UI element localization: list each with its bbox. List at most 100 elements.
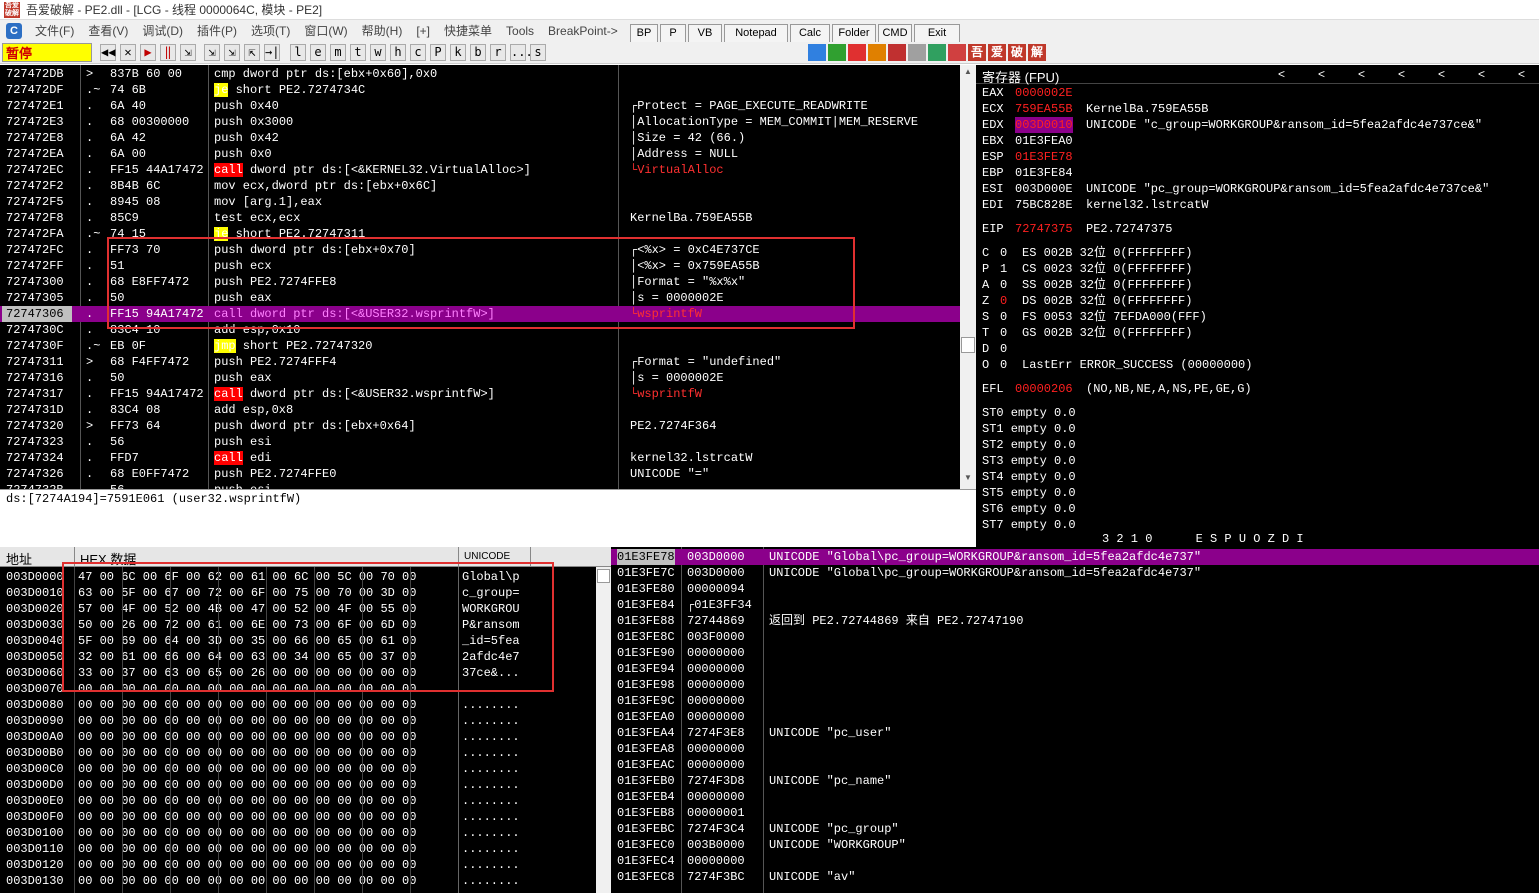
dump-row[interactable]: 003D00D0 00 00 00 00 00 00 00 00 00 00 00… [0,777,596,793]
toolbar-icon-0[interactable] [808,44,826,61]
fpu-register[interactable]: ST2 empty 0.0 [982,437,1076,453]
stack-row[interactable]: 01E3FEA8 00000000 [611,741,1539,757]
stack-row[interactable]: 01E3FEB4 00000000 [611,789,1539,805]
disasm-row[interactable]: 72747316. 50 push eax │s = 0000002E [0,370,960,386]
plugin-button-4[interactable]: Calc [790,24,830,43]
disasm-row[interactable]: 72747320 > FF73 64 push dword ptr ds:[ebx+0… [0,418,960,434]
dump-scrollbar[interactable] [596,567,611,893]
stack-row[interactable]: 01E3FEA4 7274F3E8 UNICODE "pc_user" [611,725,1539,741]
fpu-register[interactable]: ST0 empty 0.0 [982,405,1076,421]
fpu-register[interactable]: ST7 empty 0.0 [982,517,1076,533]
toolbar-button-1[interactable]: ✕ [120,44,136,61]
disasm-row[interactable]: 727472FF. 51 push ecx │<%x> = 0x759EA55B [0,258,960,274]
toolbar-icon-7[interactable] [948,44,966,61]
stack-row[interactable]: 01E3FE9C 00000000 [611,693,1539,709]
fpu-register[interactable]: ST6 empty 0.0 [982,501,1076,517]
plugin-button-7[interactable]: Exit [914,24,960,43]
toolbar-button-13[interactable]: w [370,44,386,61]
menu-item-5[interactable]: 窗口(W) [297,20,354,42]
toolbar-icon-2[interactable] [848,44,866,61]
dump-row[interactable]: 003D0050 32 00 61 00 66 00 64 00 63 00 34… [0,649,596,665]
disasm-row[interactable]: 72747324. FFD7 call edi kernel32.lstrcatW [0,450,960,466]
toolbar-button-19[interactable]: r [490,44,506,61]
disasm-row[interactable]: 72747311 >68 F4FF7472 push PE2.7274FFF4 ┌Fo… [0,354,960,370]
dump-row[interactable]: 003D0060 33 00 37 00 63 00 65 00 26 00 00… [0,665,596,681]
dump-row[interactable]: 003D00E0 00 00 00 00 00 00 00 00 00 00 00… [0,793,596,809]
toolbar-button-0[interactable]: ◀◀ [100,44,116,61]
disasm-row[interactable]: 727472FC. FF73 70 push dword ptr ds:[ebx+0… [0,242,960,258]
flag-value[interactable]: 0 [1000,357,1007,373]
toolbar-button-7[interactable]: ⇱ [244,44,260,61]
toolbar-button-3[interactable]: ‖ [160,44,176,61]
toolbar-icon-1[interactable] [828,44,846,61]
register-nav-arrow[interactable]: < [1358,67,1365,81]
toolbar-button-10[interactable]: e [310,44,326,61]
flag-value[interactable]: 0 [1000,293,1007,309]
menu-item-0[interactable]: 文件(F) [28,20,81,42]
stack-row[interactable]: 01E3FEC8 7274F3BC UNICODE "av" [611,869,1539,885]
disassembly-scrollbar[interactable]: ▲ ▼ [960,65,976,489]
flag-value[interactable]: 0 [1000,325,1007,341]
disasm-row[interactable]: 72747305. 50 push eax │s = 0000002E [0,290,960,306]
cpu-window-icon[interactable]: C [6,23,22,39]
fpu-register[interactable]: ST5 empty 0.0 [982,485,1076,501]
menu-item-2[interactable]: 调试(D) [135,20,190,42]
toolbar-button-6[interactable]: ⇲ [224,44,240,61]
register-nav-arrow[interactable]: < [1478,67,1485,81]
dump-row[interactable]: 003D0100 00 00 00 00 00 00 00 00 00 00 00… [0,825,596,841]
stack-row[interactable]: 01E3FEC4 00000000 [611,853,1539,869]
disasm-row[interactable]: 7274730F .~ EB 0F jmp short PE2.72747320 [0,338,960,354]
register-nav-arrow[interactable]: < [1318,67,1325,81]
flag-value[interactable]: 0 [1000,277,1007,293]
toolbar-button-8[interactable]: →| [264,44,280,61]
toolbar-button-2[interactable]: ▶ [140,44,156,61]
dump-row[interactable]: 003D0000 47 00 6C 00 6F 00 62 00 61 00 6C… [0,569,596,585]
register-value[interactable]: 01E3FEA0 [1015,133,1073,149]
stack-row[interactable]: 01E3FE8C 003F0000 [611,629,1539,645]
plugin-button-3[interactable]: Notepad [724,24,788,43]
register-nav-arrow[interactable]: < [1398,67,1405,81]
disasm-row[interactable]: 727472DB >837B 60 00 cmp dword ptr ds:[ebx… [0,66,960,82]
toolbar-cn-button-3[interactable]: 解 [1028,44,1046,61]
toolbar-cn-button-0[interactable]: 吾 [968,44,986,61]
stack-row[interactable]: 01E3FEBC 7274F3C4 UNICODE "pc_group" [611,821,1539,837]
dump-row[interactable]: 003D0040 5F 00 69 00 64 00 3D 00 35 00 66… [0,633,596,649]
dump-row[interactable]: 003D00F0 00 00 00 00 00 00 00 00 00 00 00… [0,809,596,825]
stack-row[interactable]: 01E3FE84 ┌01E3FF34 [611,597,1539,613]
register-value[interactable]: 0000002E [1015,85,1073,101]
toolbar-icon-3[interactable] [868,44,886,61]
disassembly-pane[interactable]: 727472DB >837B 60 00 cmp dword ptr ds:[ebx… [0,65,976,489]
dump-row[interactable]: 003D00C0 00 00 00 00 00 00 00 00 00 00 00… [0,761,596,777]
plugin-button-1[interactable]: P [660,24,686,43]
fpu-register[interactable]: ST4 empty 0.0 [982,469,1076,485]
disasm-row[interactable]: 72747326. 68 E0FF7472 push PE2.7274FFE0 UNI… [0,466,960,482]
toolbar-button-4[interactable]: ⇲ [180,44,196,61]
stack-row[interactable]: 01E3FEAC 00000000 [611,757,1539,773]
disasm-row[interactable]: 7274732B. 56 push esi [0,482,960,489]
stack-row[interactable]: 01E3FEB8 00000001 [611,805,1539,821]
register-value[interactable]: 003D000E [1015,181,1073,197]
stack-row[interactable]: 01E3FE7C 003D0000 UNICODE "Global\pc_group… [611,565,1539,581]
dump-row[interactable]: 003D0030 50 00 26 00 72 00 61 00 6E 00 73… [0,617,596,633]
register-value[interactable]: 72747375 [1015,221,1073,237]
dump-header-unicode[interactable]: UNICODE [464,551,510,562]
menu-item-6[interactable]: 帮助(H) [355,20,410,42]
register-nav-arrow[interactable]: < [1278,67,1285,81]
disasm-row[interactable]: 727472EA. 6A 00 push 0x0 │Address = NULL [0,146,960,162]
toolbar-button-5[interactable]: ⇲ [204,44,220,61]
register-nav-arrow[interactable]: < [1518,67,1525,81]
dump-row[interactable]: 003D0020 57 00 4F 00 52 00 4B 00 47 00 52… [0,601,596,617]
menu-item-10[interactable]: BreakPoint-> [541,20,625,42]
register-value[interactable]: 01E3FE84 [1015,165,1073,181]
toolbar-icon-6[interactable] [928,44,946,61]
stack-pane[interactable]: 01E3FE78 003D0000 UNICODE "Global\pc_group… [611,547,1539,893]
stack-row[interactable]: 01E3FE88 72744869 返回到 PE2.72744869 来自 PE2.… [611,613,1539,629]
fpu-register[interactable]: ST3 empty 0.0 [982,453,1076,469]
stack-row[interactable]: 01E3FE90 00000000 [611,645,1539,661]
stack-row[interactable]: 01E3FEB0 7274F3D8 UNICODE "pc_name" [611,773,1539,789]
menu-item-4[interactable]: 选项(T) [244,20,297,42]
disasm-row[interactable]: 72747323. 56 push esi [0,434,960,450]
disasm-row[interactable]: 727472F2. 8B4B 6C mov ecx,dword ptr ds:[eb… [0,178,960,194]
stack-row[interactable]: 01E3FE80 00000094 [611,581,1539,597]
disasm-row[interactable]: 7274730C. 83C4 10 add esp,0x10 [0,322,960,338]
